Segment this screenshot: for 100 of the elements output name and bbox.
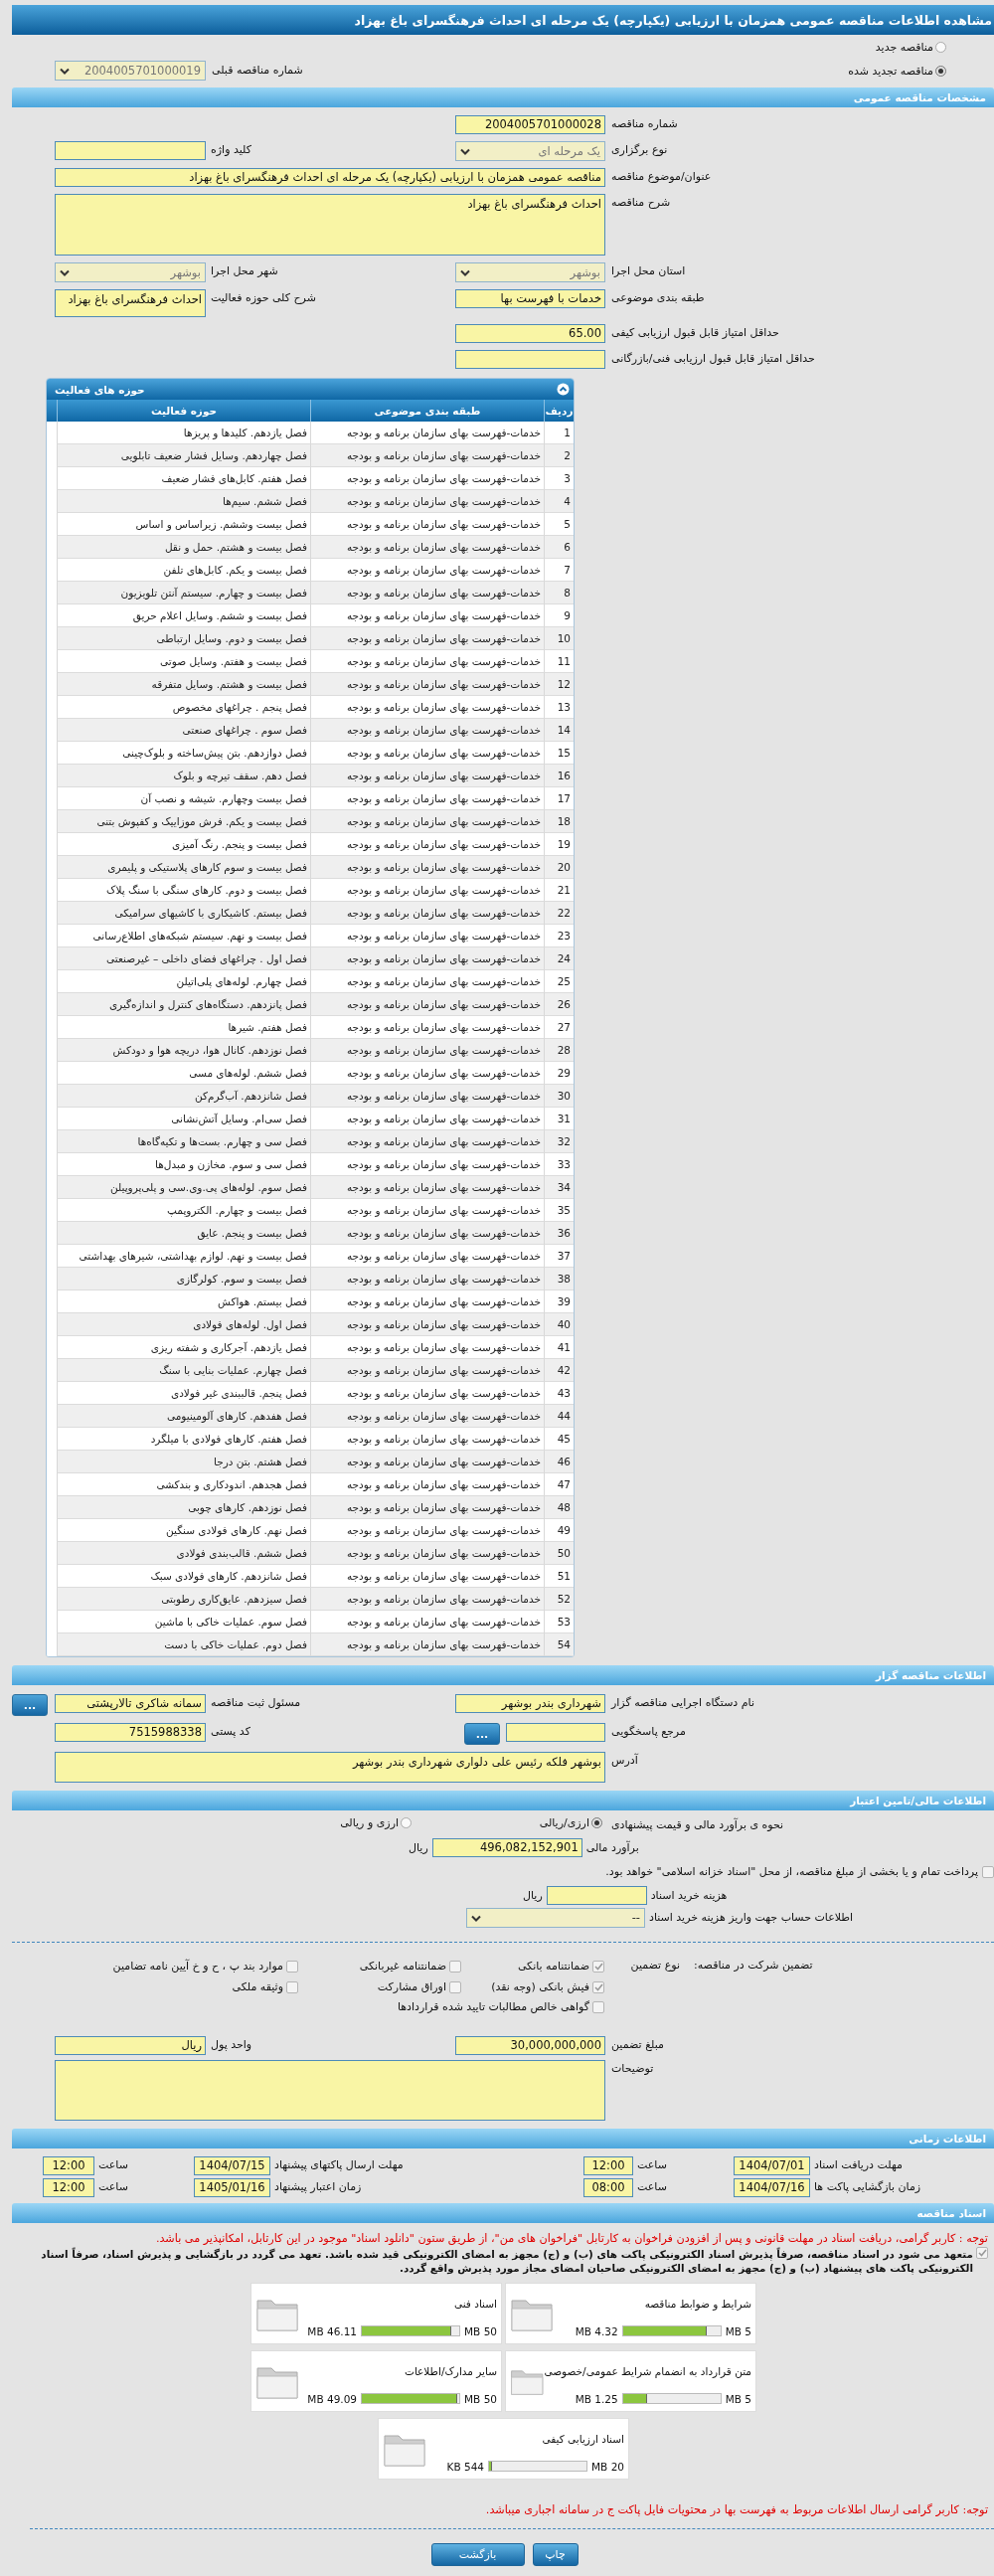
used-size: 4.32 MB — [575, 2324, 618, 2337]
text-field[interactable]: 7515988338 — [55, 1723, 206, 1742]
table-cell: 4 — [544, 490, 574, 513]
caret-icon — [460, 147, 470, 155]
table-cell: 20 — [544, 856, 574, 879]
table-cell: فصل بیست و سوم. کولرگازی — [57, 1268, 310, 1290]
text-area[interactable]: احداث فرهنگسرای باغ بهزاد — [55, 194, 605, 256]
lookup-button[interactable]: ... — [12, 1694, 48, 1716]
caret-icon — [60, 268, 70, 276]
table-cell: فصل بیست و پنجم. عایق — [57, 1222, 310, 1245]
text-field[interactable] — [455, 350, 605, 369]
back-button[interactable]: بازگشت — [430, 2542, 525, 2566]
time-field[interactable]: 12:00 — [583, 2155, 633, 2175]
table-cell: 42 — [544, 1359, 574, 1382]
time-field[interactable]: 12:00 — [43, 2177, 94, 2197]
collapse-icon[interactable] — [557, 383, 570, 396]
table-cell: فصل بیست و هشتم. حمل و نقل — [57, 536, 310, 559]
table-cell: خدمات-فهرست بهای سازمان برنامه و بودجه — [310, 1405, 544, 1428]
checkbox[interactable] — [592, 1980, 604, 1993]
page-title: مشاهده اطلاعات مناقصه عمومی همزمان با ارزیابی (یکپارچه) یک مرحله ای احداث فرهنگسرای باغ بهزاد — [12, 5, 994, 35]
text-field[interactable]: مناقصه عمومی همزمان با ارزیابی (یکپارچه) یک مرحله ای احداث فرهنگسرای باغ بهزاد — [55, 168, 605, 187]
checkbox-label: وثیقه ملکی — [232, 1978, 283, 1995]
dropdown[interactable]: -- — [466, 1908, 645, 1928]
table-cell: 26 — [544, 993, 574, 1016]
text-field[interactable]: خدمات با فهرست بها — [455, 289, 605, 308]
table-cell: فصل هشتم. بتن درجا — [57, 1451, 310, 1473]
checkbox[interactable] — [449, 1961, 461, 1974]
used-size: 544 KB — [446, 2460, 484, 2473]
table-cell: خدمات-فهرست بهای سازمان برنامه و بودجه — [310, 1039, 544, 1062]
radio-button[interactable]: مناقصه جدید — [875, 40, 946, 54]
table-cell: فصل سی و چهارم. بست‌ها و تکیه‌گاه‌ها — [57, 1130, 310, 1153]
document-name: متن قرارداد به انضمام شرایط عمومی/خصوصی — [544, 2364, 751, 2377]
checkbox[interactable] — [449, 1980, 461, 1993]
date-field[interactable]: 1404/07/16 — [734, 2177, 810, 2197]
table-cell: فصل چهاردهم. وسایل فشار ضعیف تابلویی — [57, 444, 310, 467]
table-cell: 32 — [544, 1130, 574, 1153]
date-field[interactable]: 1405/01/16 — [194, 2177, 270, 2197]
time-field[interactable]: 12:00 — [43, 2155, 94, 2175]
checkbox[interactable] — [976, 2246, 988, 2259]
table-cell: خدمات-فهرست بهای سازمان برنامه و بودجه — [310, 1130, 544, 1153]
radio-button[interactable]: مناقصه تجدید شده — [848, 64, 946, 78]
text-field[interactable] — [546, 1886, 647, 1905]
table-cell: فصل دوم. عملیات خاکی با دست — [57, 1633, 310, 1656]
table-cell: فصل شانزدهم. آب‌گرم‌کن — [57, 1085, 310, 1108]
field-label: زمان بازگشایی پاکت ها — [814, 2178, 921, 2195]
text-field[interactable]: سمانه شاکری تالارپشتی — [55, 1694, 206, 1713]
dropdown[interactable]: 2004005701000019 — [55, 61, 206, 81]
print-button[interactable]: چاپ — [532, 2542, 579, 2566]
dropdown[interactable]: یک مرحله ای — [455, 141, 605, 161]
checkbox-label: گواهی خالص مطالبات تایید شده قراردادها — [397, 1999, 589, 2016]
table-cell: خدمات-فهرست بهای سازمان برنامه و بودجه — [310, 673, 544, 696]
table-cell: 24 — [544, 947, 574, 970]
text-field[interactable]: 65.00 — [455, 324, 605, 343]
document-name: سایر مدارک/اطلاعات — [404, 2364, 497, 2377]
radio-button[interactable]: ارزی و ریالی — [340, 1816, 412, 1829]
size-limit: 5 MB — [725, 2324, 751, 2337]
text-area[interactable]: احداث فرهنگسرای باغ بهزاد — [55, 289, 206, 317]
table-cell: 8 — [544, 582, 574, 604]
dropdown[interactable]: بوشهر — [455, 262, 605, 282]
text-area[interactable]: بوشهر فلکه رئیس علی دلواری شهرداری بندر بوشهر — [55, 1752, 605, 1783]
table-cell: خدمات-فهرست بهای سازمان برنامه و بودجه — [310, 947, 544, 970]
text-field[interactable]: ریال — [55, 2035, 206, 2055]
table-cell: خدمات-فهرست بهای سازمان برنامه و بودجه — [310, 1542, 544, 1565]
checkbox-label: اوراق مشارکت — [377, 1978, 446, 1995]
text-field[interactable] — [506, 1723, 605, 1742]
checkbox-label: پرداخت تمام و یا بخشی از مبلغ مناقصه، از محل "اسناد خزانه اسلامی" خواهد بود. — [605, 1864, 978, 1880]
table-cell: 12 — [544, 673, 574, 696]
field-label: نوع برگزاری — [611, 142, 668, 158]
radio-button[interactable]: ارزی/ریالی — [539, 1816, 602, 1829]
date-field[interactable]: 1404/07/15 — [194, 2155, 270, 2175]
table-cell: 28 — [544, 1039, 574, 1062]
used-size: 1.25 MB — [575, 2392, 618, 2405]
checkbox[interactable] — [286, 1961, 298, 1974]
text-area[interactable] — [55, 2059, 605, 2121]
lookup-button[interactable]: ... — [464, 1723, 500, 1745]
section-header: اطلاعات مالی/تامین اعتبار — [12, 1791, 994, 1810]
section-header: اسناد مناقصه — [12, 2202, 994, 2223]
table-title: حوزه های فعالیت — [55, 383, 145, 396]
checkbox[interactable] — [592, 1961, 604, 1974]
table-cell: خدمات-فهرست بهای سازمان برنامه و بودجه — [310, 1496, 544, 1519]
text-field[interactable] — [55, 141, 206, 160]
table-cell: خدمات-فهرست بهای سازمان برنامه و بودجه — [310, 1222, 544, 1245]
table-cell: 6 — [544, 536, 574, 559]
table-cell: فصل چهارم. عملیات بنایی با سنگ — [57, 1359, 310, 1382]
dropdown[interactable]: بوشهر — [55, 262, 206, 282]
size-limit: 5 MB — [725, 2392, 751, 2405]
text-field[interactable]: شهرداری بندر بوشهر — [455, 1694, 605, 1713]
field-label: حداقل امتیاز قابل قبول ارزیابی فنی/بازرگانی — [611, 351, 815, 367]
checkbox[interactable] — [592, 2001, 604, 2014]
date-field[interactable]: 1404/07/01 — [734, 2155, 810, 2175]
text-field[interactable]: 30,000,000,000 — [455, 2035, 605, 2055]
table-cell: 46 — [544, 1451, 574, 1473]
unit-label: ریال — [523, 1889, 543, 1902]
text-field[interactable]: 496,082,152,901 — [431, 1838, 582, 1857]
text-field[interactable]: 2004005701000028 — [455, 115, 605, 134]
table-cell: 48 — [544, 1496, 574, 1519]
checkbox[interactable] — [982, 1866, 994, 1878]
table-cell: فصل سوم. لوله‌های پی.وی.سی و پلی‌پروپیلن — [57, 1176, 310, 1199]
checkbox[interactable] — [286, 1980, 298, 1993]
time-field[interactable]: 08:00 — [583, 2177, 633, 2197]
